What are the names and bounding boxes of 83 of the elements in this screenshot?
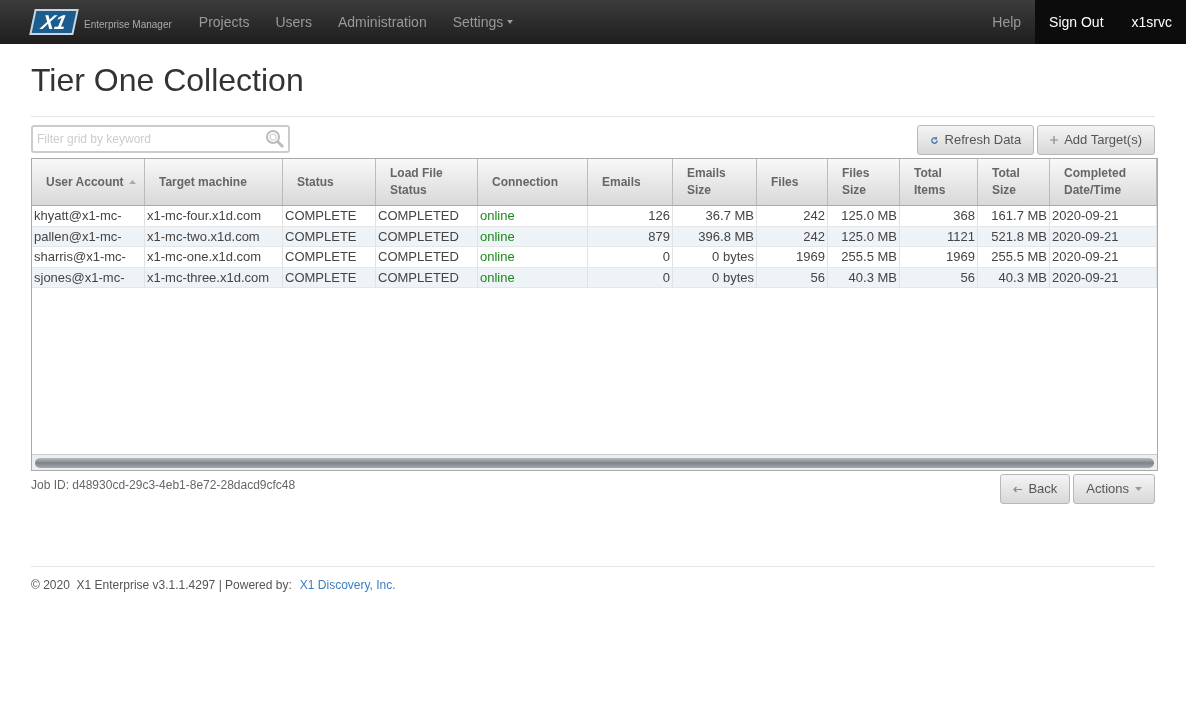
table-cell: pallen@x1-mc- [32, 226, 145, 246]
footer-text: © 2020 X1 Enterprise v3.1.1.4297 | Powered by: [31, 577, 292, 594]
footer-link[interactable]: X1 Discovery, Inc. [299, 576, 396, 594]
toolbar-button[interactable]: Add Target(s) [1037, 125, 1155, 155]
column-header[interactable]: Files [757, 159, 828, 205]
table-cell: COMPLETED [376, 226, 478, 246]
caret-icon [1135, 487, 1142, 491]
table-cell: 36.7 MB [673, 206, 757, 226]
product-name: Enterprise Manager [84, 17, 172, 32]
table-cell: 396.8 MB [673, 226, 757, 246]
column-header[interactable]: Files Size [828, 159, 900, 205]
refresh-icon [929, 135, 939, 145]
table-cell: 0 [588, 247, 673, 267]
table-cell: 242 [757, 226, 828, 246]
table-cell: COMPLETED [376, 247, 478, 267]
column-header[interactable]: Target machine [145, 159, 283, 205]
table-cell: 126 [588, 206, 673, 226]
table-cell: khyatt@x1-mc- [32, 206, 145, 226]
nav-link[interactable]: Help [978, 0, 1036, 44]
action-button[interactable]: Back [1000, 474, 1071, 504]
column-header[interactable]: Connection [478, 159, 588, 205]
table-cell: 0 bytes [673, 267, 757, 287]
search-icon [265, 129, 285, 149]
table-cell: online [478, 267, 588, 287]
table-cell: COMPLETE [283, 226, 376, 246]
table-cell: 1969 [900, 247, 978, 267]
table-cell: 368 [900, 206, 978, 226]
table-cell: 1121 [900, 226, 978, 246]
nav-link[interactable]: Sign Out [1035, 0, 1118, 44]
table-cell: 0 [588, 267, 673, 287]
horizontal-scrollbar[interactable] [32, 454, 1157, 470]
table-cell: 0 bytes [673, 247, 757, 267]
nav-link[interactable]: Administration [324, 11, 440, 33]
table-cell: 242 [757, 206, 828, 226]
table-cell: 255.5 MB [828, 247, 900, 267]
table-cell: online [478, 247, 588, 267]
table-cell: COMPLETE [283, 247, 376, 267]
table-cell: 2020-09-21 [1050, 206, 1157, 226]
table-cell: x1-mc-one.x1d.com [145, 247, 283, 267]
table-cell: online [478, 206, 588, 226]
action-button[interactable]: Actions [1073, 474, 1155, 504]
left-arrow-icon [1013, 485, 1023, 493]
plus-icon [1050, 136, 1059, 144]
table-cell: 1969 [757, 247, 828, 267]
nav-link[interactable]: x1srvc [1117, 0, 1186, 44]
table-cell: 56 [757, 267, 828, 287]
logo: X1 [29, 9, 79, 35]
nav-link[interactable]: Users [262, 11, 325, 33]
table-cell: 2020-09-21 [1050, 247, 1157, 267]
table-cell: sharris@x1-mc- [32, 247, 145, 267]
table-cell: x1-mc-three.x1d.com [145, 267, 283, 287]
column-header[interactable]: Emails [588, 159, 673, 205]
table-cell: 125.0 MB [828, 206, 900, 226]
table-cell: COMPLETED [376, 206, 478, 226]
column-header[interactable]: Load File Status [376, 159, 478, 205]
table-cell: 879 [588, 226, 673, 246]
job-id: Job ID: d48930cd-29c3-4eb1-8e72-28dacd9cfc48 [31, 477, 296, 494]
table-cell: 521.8 MB [978, 226, 1050, 246]
column-header[interactable]: Status [283, 159, 376, 205]
table-cell: 255.5 MB [978, 247, 1050, 267]
column-header[interactable]: Emails Size [673, 159, 757, 205]
page-title: Tier One Collection [31, 61, 1155, 117]
column-header[interactable]: User Account [32, 159, 145, 205]
nav-link[interactable]: Settings [439, 11, 527, 33]
table-cell: 161.7 MB [978, 206, 1050, 226]
table-cell: 40.3 MB [828, 267, 900, 287]
table-cell: 125.0 MB [828, 226, 900, 246]
toolbar-button[interactable]: Refresh Data [916, 125, 1035, 155]
table-cell: 2020-09-21 [1050, 267, 1157, 287]
table-cell: x1-mc-two.x1d.com [145, 226, 283, 246]
nav-link[interactable]: Projects [185, 11, 263, 33]
table-cell: sjones@x1-mc- [32, 267, 145, 287]
table-cell: COMPLETED [376, 267, 478, 287]
table-cell: COMPLETE [283, 267, 376, 287]
table-cell: online [478, 226, 588, 246]
table-cell: COMPLETE [283, 206, 376, 226]
table-cell: 40.3 MB [978, 267, 1050, 287]
table-cell: 56 [900, 267, 978, 287]
table-cell: 2020-09-21 [1050, 226, 1157, 246]
column-header[interactable]: Total Items [900, 159, 978, 205]
column-header[interactable]: Total Size [978, 159, 1050, 205]
table-cell: x1-mc-four.x1d.com [145, 206, 283, 226]
column-header[interactable]: Completed Date/Time [1050, 159, 1157, 205]
